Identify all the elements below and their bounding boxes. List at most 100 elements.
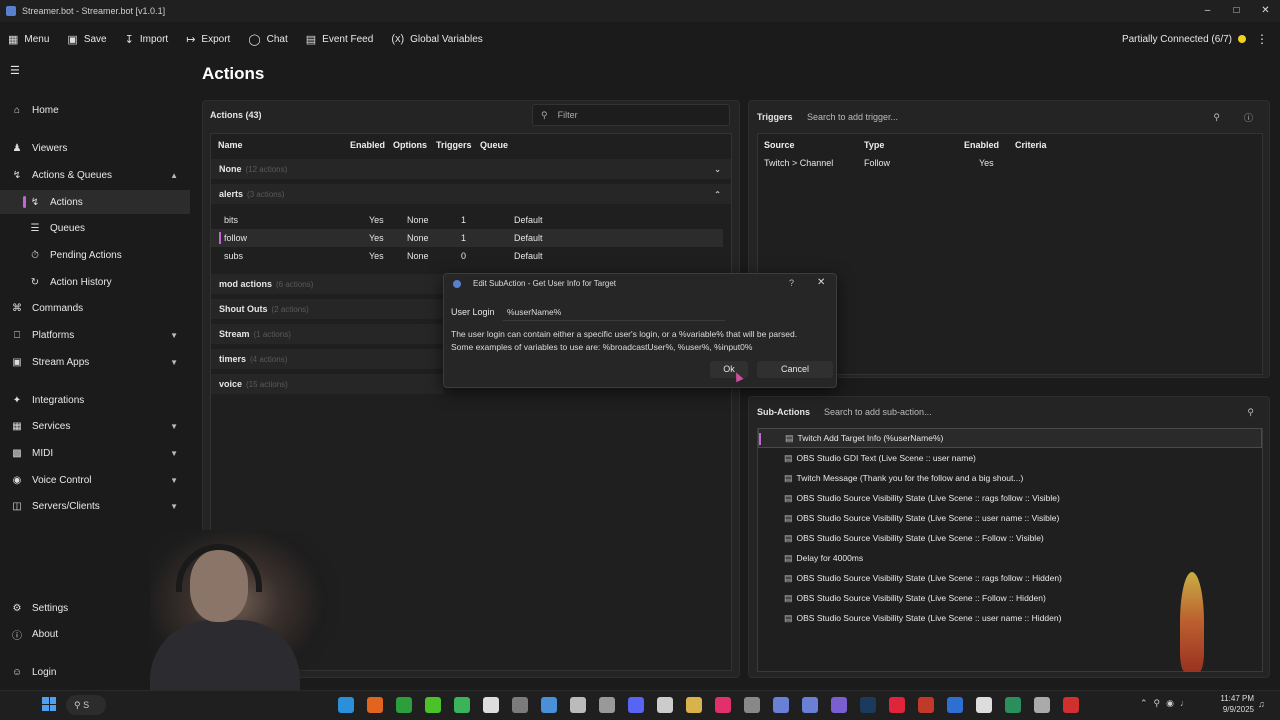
list-item[interactable]: ▤ OBS Studio Source Visibility State (Liv… <box>758 508 1262 528</box>
app-icon[interactable] <box>744 697 760 713</box>
subaction-search-input[interactable]: Search to add sub-action... ⚲ <box>818 402 1262 422</box>
user-login-input[interactable]: %userName% <box>503 303 725 321</box>
sidebar-item-action-history[interactable]: ↻ Action History <box>0 270 190 294</box>
streamerbot-icon[interactable] <box>773 697 789 713</box>
trigger-search-input[interactable]: Search to add trigger... ⚲ <box>802 107 1228 127</box>
camera-icon[interactable] <box>483 697 499 713</box>
app-icon[interactable] <box>947 697 963 713</box>
more-icon[interactable]: ⋮ <box>1256 32 1268 46</box>
action-group-shout-outs[interactable]: Shout Outs (2 actions) <box>211 299 443 319</box>
sidebar-item-servers-clients[interactable]: ◫ Servers/Clients ▼ <box>0 494 190 518</box>
app-icon[interactable] <box>686 697 702 713</box>
connection-status[interactable]: Partially Connected (6/7) ⋮ <box>1122 26 1268 52</box>
list-item[interactable]: ▤ Twitch Add Target Info (%userName%) <box>758 428 1262 448</box>
column-header-triggers[interactable]: Triggers <box>436 140 472 150</box>
sidebar-item-integrations[interactable]: ✦ Integrations <box>0 388 190 412</box>
event-feed-button[interactable]: ▤ Event Feed <box>306 33 374 46</box>
search-icon: ⚲ <box>541 109 548 120</box>
list-item[interactable]: ▤ OBS Studio Source Visibility State (Liv… <box>758 528 1262 548</box>
close-icon[interactable]: ✕ <box>817 277 825 288</box>
column-header-queue[interactable]: Queue <box>480 140 508 150</box>
maximize-icon[interactable]: □ <box>1222 0 1251 22</box>
table-row[interactable]: subs Yes None 0 Default <box>211 247 723 265</box>
column-header-criteria[interactable]: Criteria <box>1015 140 1047 150</box>
tiktok-icon[interactable] <box>715 697 731 713</box>
notepad-icon[interactable] <box>541 697 557 713</box>
column-header-options[interactable]: Options <box>393 140 427 150</box>
streamerbot-icon[interactable] <box>802 697 818 713</box>
action-group-alerts[interactable]: alerts (3 actions) ⌃ <box>211 184 731 204</box>
sidebar-item-platforms[interactable]: ⎕ Platforms ▼ <box>0 323 190 347</box>
global-variables-button[interactable]: (x) Global Variables <box>391 33 482 45</box>
chevron-up-icon: ⌃ <box>714 189 721 199</box>
sidebar-item-midi[interactable]: ▩ MIDI ▼ <box>0 441 190 465</box>
search-icon: ⚲ <box>74 700 84 710</box>
system-tray[interactable]: ⌃⚲◉♩ <box>1140 698 1195 709</box>
sidebar-item-commands[interactable]: ⌘ Commands <box>0 296 190 320</box>
app-icon[interactable] <box>454 697 470 713</box>
chevron-down-icon: ▼ <box>170 421 178 431</box>
column-header-source[interactable]: Source <box>764 140 795 150</box>
import-button[interactable]: ↧ Import <box>125 33 169 46</box>
info-icon[interactable]: ⓘ <box>1244 111 1253 124</box>
app-icon[interactable] <box>1034 697 1050 713</box>
action-group-voice[interactable]: voice (15 actions) <box>211 374 443 394</box>
column-header-name[interactable]: Name <box>218 140 243 150</box>
column-header-enabled[interactable]: Enabled <box>350 140 385 150</box>
actions-filter-input[interactable]: ⚲ Filter <box>532 104 730 126</box>
list-item[interactable]: ▤ Delay for 4000ms <box>758 548 1262 568</box>
column-header-type[interactable]: Type <box>864 140 884 150</box>
app-icon[interactable] <box>1063 697 1079 713</box>
subactions-header: Sub-Actions <box>757 407 810 417</box>
edge-icon[interactable] <box>338 697 354 713</box>
sidebar-item-voice-control[interactable]: ◉ Voice Control ▼ <box>0 468 190 492</box>
close-icon[interactable]: ✕ <box>1251 0 1280 22</box>
list-item[interactable]: ▤ Twitch Message (Thank you for the follo… <box>758 468 1262 488</box>
clock-app-icon[interactable] <box>599 697 615 713</box>
sidebar-item-pending-actions[interactable]: ⏱ Pending Actions <box>0 243 190 267</box>
export-button[interactable]: ↦ Export <box>186 33 230 46</box>
app-icon[interactable] <box>1005 697 1021 713</box>
settings-app-icon[interactable] <box>512 697 528 713</box>
chat-button[interactable]: ◯ Chat <box>248 33 287 46</box>
discord-icon[interactable] <box>628 697 644 713</box>
chatgpt-icon[interactable] <box>976 697 992 713</box>
menu-button[interactable]: ▦ Menu <box>8 33 49 46</box>
list-item[interactable]: ▤ OBS Studio Source Visibility State (Liv… <box>758 488 1262 508</box>
column-header-enabled[interactable]: Enabled <box>964 140 999 150</box>
media-player-icon[interactable] <box>570 697 586 713</box>
nvidia-icon[interactable] <box>425 697 441 713</box>
action-group-stream[interactable]: Stream (1 actions) <box>211 324 443 344</box>
sidebar-item-actions[interactable]: ↯ Actions <box>0 190 190 214</box>
xbox-icon[interactable] <box>396 697 412 713</box>
table-row[interactable]: bits Yes None 1 Default <box>211 211 723 229</box>
action-group-timers[interactable]: timers (4 actions) <box>211 349 443 369</box>
sidebar-item-actions-queues[interactable]: ↯ Actions & Queues ▲ <box>0 163 190 187</box>
action-group-mod-actions[interactable]: mod actions (6 actions) <box>211 274 443 294</box>
taskbar-search[interactable]: ⚲ S <box>66 695 106 715</box>
taskbar-clock[interactable]: 11:47 PM 9/9/2025 <box>1214 693 1254 715</box>
table-row[interactable]: Twitch > Channel Follow Yes <box>758 154 1262 172</box>
firefox-icon[interactable] <box>367 697 383 713</box>
list-item[interactable]: ▤ OBS Studio GDI Text (Live Scene :: user… <box>758 448 1262 468</box>
sidebar-item-queues[interactable]: ☰ Queues <box>0 216 190 240</box>
minimize-icon[interactable]: – <box>1193 0 1222 22</box>
action-group-none[interactable]: None (12 actions) ⌄ <box>211 159 731 179</box>
help-icon[interactable]: ? <box>789 278 794 288</box>
obs-icon[interactable] <box>657 697 673 713</box>
notification-icon[interactable]: ♫ <box>1258 699 1265 709</box>
sidebar-item-services[interactable]: ▦ Services ▼ <box>0 414 190 438</box>
sidebar-item-stream-apps[interactable]: ▣ Stream Apps ▼ <box>0 350 190 374</box>
app-icon[interactable] <box>889 697 905 713</box>
windows-start-icon[interactable] <box>42 697 56 711</box>
save-button[interactable]: ▣ Save <box>67 33 106 46</box>
list-icon: ▤ <box>784 572 793 583</box>
platform-icon: ⎕ <box>14 329 20 341</box>
table-row[interactable]: follow Yes None 1 Default <box>211 229 723 247</box>
sidebar-item-viewers[interactable]: ♟ Viewers <box>0 136 190 160</box>
cancel-button[interactable]: Cancel <box>757 361 833 378</box>
sidebar-item-home[interactable]: ⌂ Home <box>0 98 190 122</box>
visual-studio-icon[interactable] <box>831 697 847 713</box>
steam-icon[interactable] <box>860 697 876 713</box>
app-icon[interactable] <box>918 697 934 713</box>
